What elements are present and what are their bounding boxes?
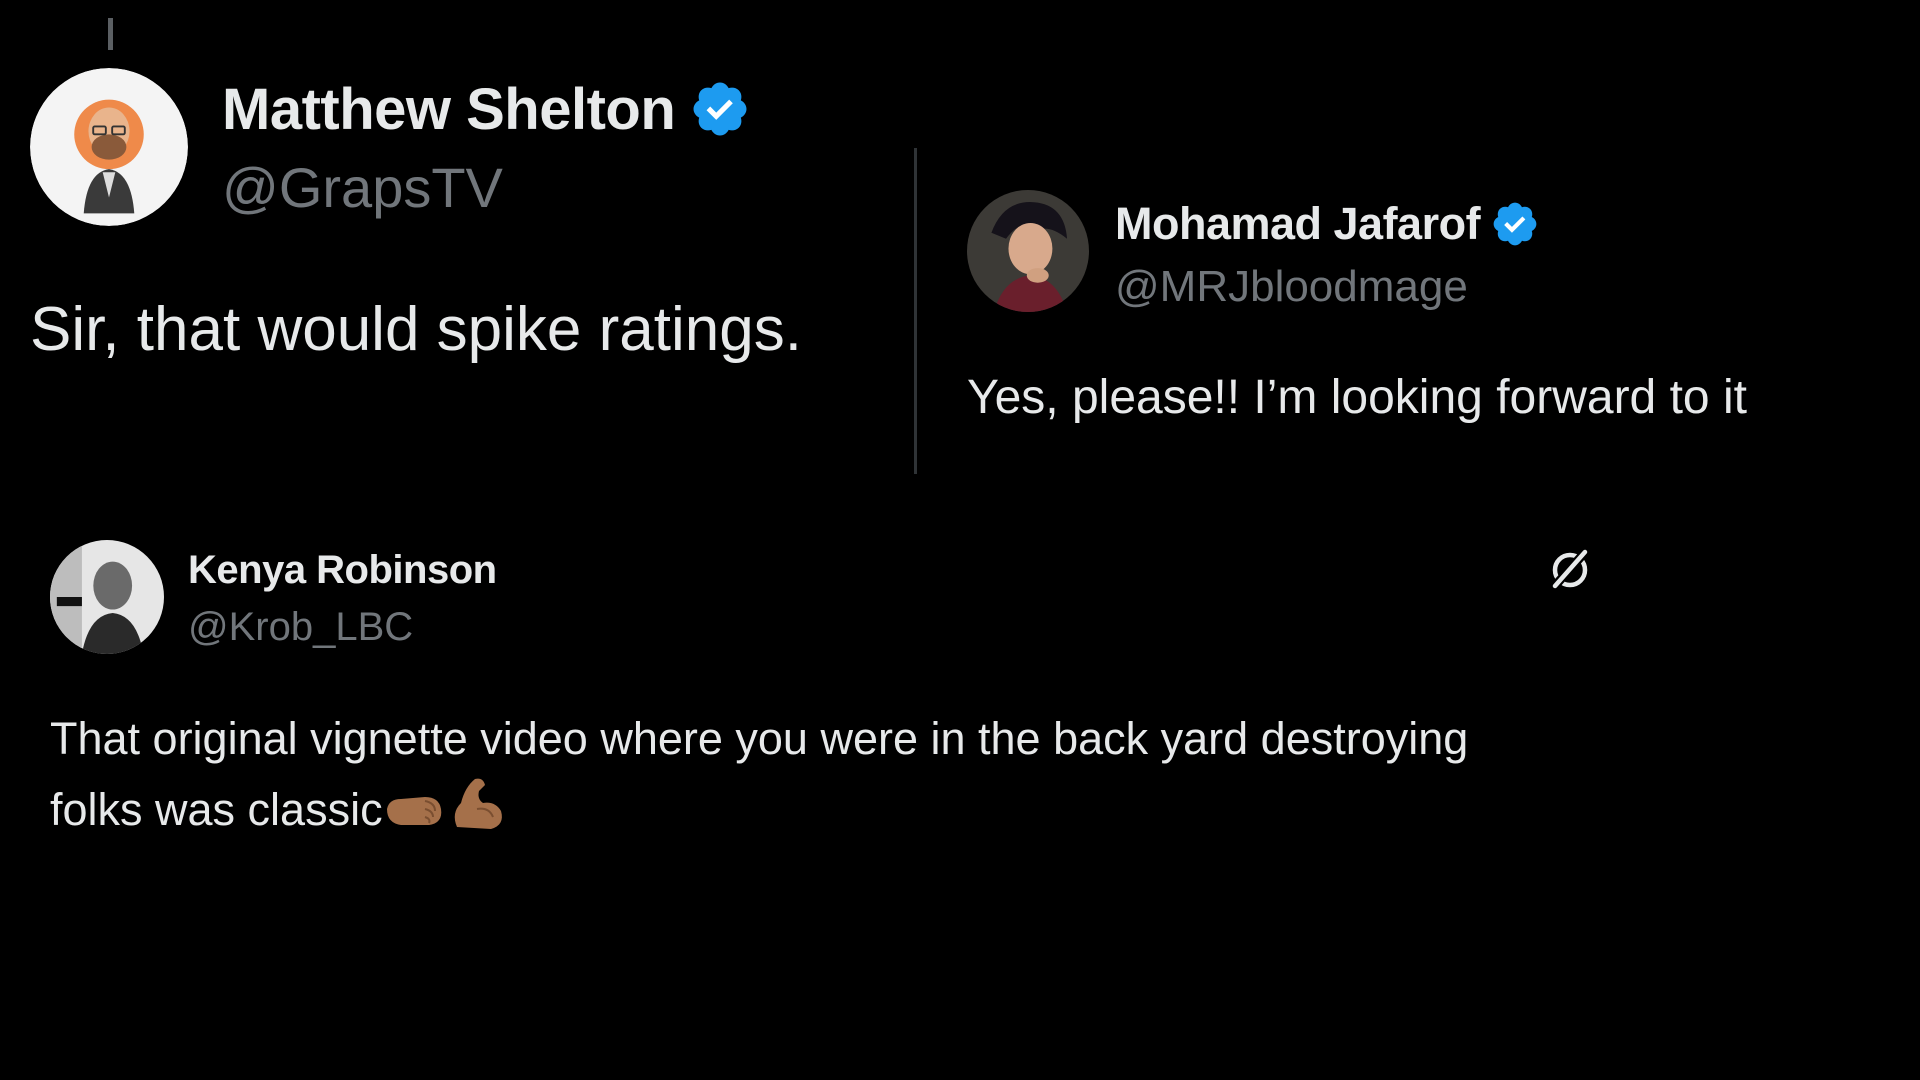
avatar[interactable] [50,540,164,654]
post-text: Sir, that would spike ratings. [30,295,802,364]
verified-badge-icon[interactable] [689,78,751,140]
author-handle[interactable]: @GrapsTV [222,155,503,220]
avatar-image [30,68,188,226]
divider [914,148,917,474]
thread-line [108,18,113,50]
grok-icon[interactable] [1545,544,1595,594]
author-handle[interactable]: @MRJbloodmage [1115,262,1468,312]
verified-badge-icon[interactable] [1490,199,1540,249]
author-row: Mohamad Jafarof [1115,196,1540,252]
author-name[interactable]: Matthew Shelton [222,76,676,143]
author-row: Kenya Robinson [188,544,497,596]
avatar-image [967,190,1089,312]
left-facing-fist-emoji-icon [385,784,445,852]
author-name[interactable]: Kenya Robinson [188,548,497,593]
author-handle[interactable]: @Krob_LBC [188,605,413,650]
avatar[interactable] [30,68,188,226]
post-text: Yes, please!! I’m looking forward to it [967,371,1747,424]
avatar-image [50,540,164,654]
post-text-line-1: That original vignette video where you w… [50,713,1469,764]
post-text-line-2: folks was classic [50,784,383,835]
author-name[interactable]: Mohamad Jafarof [1115,198,1481,250]
avatar[interactable] [967,190,1089,312]
author-row: Matthew Shelton [222,72,751,146]
flexed-biceps-emoji-icon [447,773,507,852]
screenshot-canvas: Matthew Shelton @GrapsTV Sir, that would… [0,0,1920,1080]
post-text: That original vignette video where you w… [50,705,1610,852]
